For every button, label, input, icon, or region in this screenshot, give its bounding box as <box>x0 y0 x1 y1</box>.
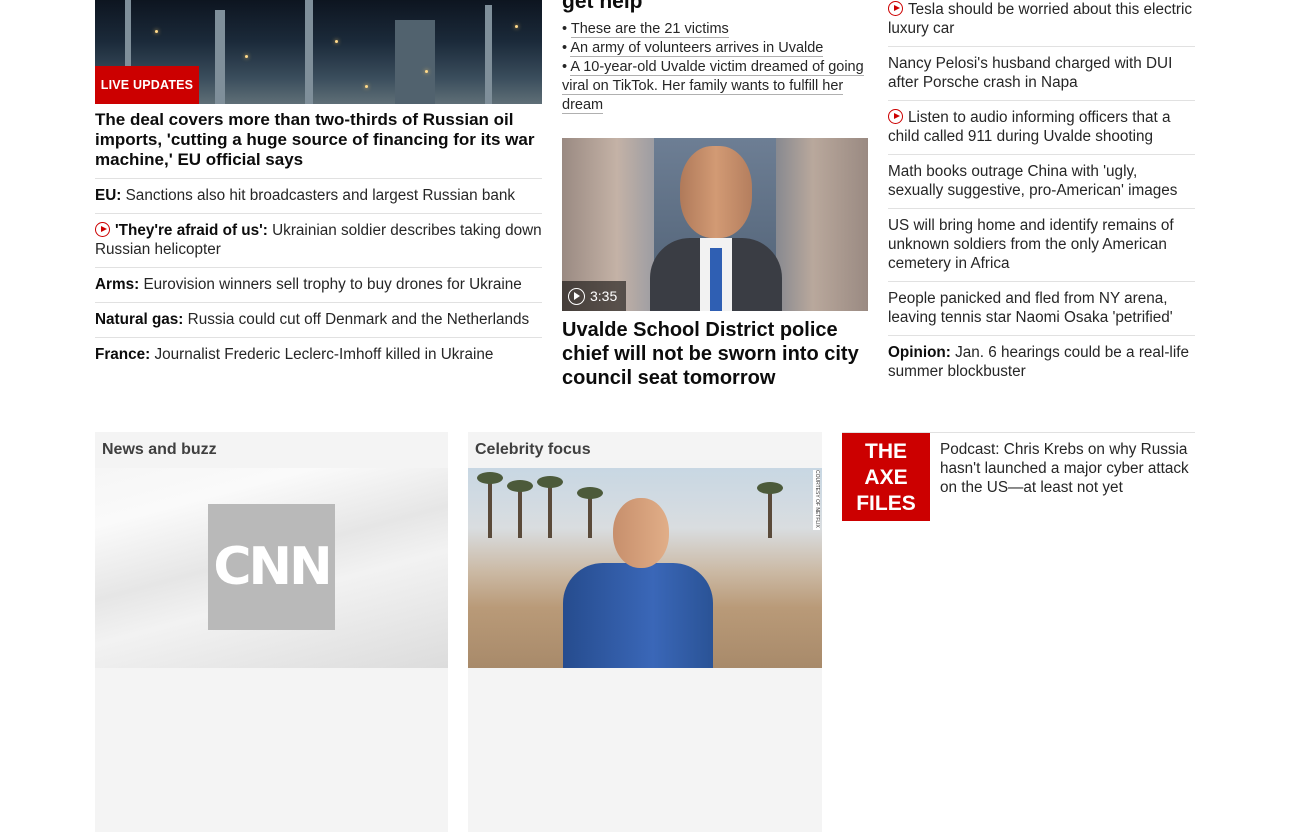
bullet-text: Russia could cut off Denmark and the Net… <box>183 311 530 328</box>
cnn-logo: CNN <box>208 504 335 630</box>
celebrity-thumbnail[interactable]: COURTESY OF NETFLIX <box>468 468 822 668</box>
list-item: • A 10-year-old Uvalde victim dreamed of… <box>562 59 864 114</box>
zone-title: News and buzz <box>102 441 217 458</box>
video-duration-badge: 3:35 <box>562 281 627 311</box>
list-item[interactable]: People panicked and fled from NY arena, … <box>888 282 1195 336</box>
bullet-label: 'They're afraid of us': <box>115 222 268 239</box>
axe-files-promo: THE AXE FILES Podcast: Chris Krebs on wh… <box>842 432 1195 521</box>
photo-credit: COURTESY OF NETFLIX <box>813 470 820 530</box>
bullet-text: Sanctions also hit broadcasters and larg… <box>121 187 516 204</box>
related-link[interactable]: An army of volunteers arrives in Uvalde <box>570 40 824 57</box>
bullet-text: Eurovision winners sell trophy to buy dr… <box>139 276 522 293</box>
related-link[interactable]: A 10-year-old Uvalde victim dreamed of g… <box>562 59 864 114</box>
bullet-label: Arms: <box>95 276 140 293</box>
podcast-headline[interactable]: Podcast: Chris Krebs on why Russia hasn'… <box>940 440 1195 497</box>
bullet-label: EU: <box>95 187 122 204</box>
list-item[interactable]: Opinion: Jan. 6 hearings could be a real… <box>888 336 1195 389</box>
list-item[interactable]: 'They're afraid of us': Ukrainian soldie… <box>95 213 542 267</box>
play-video-icon <box>888 1 903 16</box>
bullet-label: France: <box>95 346 151 363</box>
celebrity-focus-card: Celebrity focus COURTESY OF NETFLIX <box>468 432 822 832</box>
list-item[interactable]: EU: Sanctions also hit broadcasters and … <box>95 178 542 213</box>
play-video-icon <box>95 222 110 237</box>
live-updates-badge: LIVE UPDATES <box>95 66 199 104</box>
list-item[interactable]: Listen to audio informing officers that … <box>888 101 1195 155</box>
related-link[interactable]: These are the 21 victims <box>570 21 729 38</box>
story-headline-top[interactable]: get help <box>562 0 643 13</box>
play-video-icon <box>568 288 585 305</box>
list-item[interactable]: France: Journalist Frederic Leclerc-Imho… <box>95 337 542 372</box>
list-item[interactable]: Natural gas: Russia could cut off Denmar… <box>95 302 542 337</box>
bullet-label: Natural gas: <box>95 311 184 328</box>
list-item[interactable]: Math books outrage China with 'ugly, sex… <box>888 155 1195 209</box>
list-item[interactable]: Tesla should be worried about this elect… <box>888 0 1195 47</box>
video-thumbnail[interactable]: 3:35 <box>562 138 868 311</box>
list-item[interactable]: Nancy Pelosi's husband charged with DUI … <box>888 47 1195 101</box>
list-item[interactable]: US will bring home and identify remains … <box>888 209 1195 282</box>
related-links: • These are the 21 victims • An army of … <box>562 20 868 115</box>
list-item: • An army of volunteers arrives in Uvald… <box>562 40 824 57</box>
lead-story-image[interactable]: LIVE UPDATES <box>95 0 542 104</box>
play-video-icon <box>888 109 903 124</box>
news-thumbnail[interactable]: CNN <box>95 468 448 668</box>
lead-headline[interactable]: The deal covers more than two-thirds of … <box>95 110 542 170</box>
bullet-text: Journalist Frederic Leclerc-Imhoff kille… <box>150 346 494 363</box>
lead-related-list: EU: Sanctions also hit broadcasters and … <box>95 178 542 372</box>
headline-list: Tesla should be worried about this elect… <box>888 0 1195 389</box>
list-item: • These are the 21 victims <box>562 21 729 38</box>
list-item[interactable]: Arms: Eurovision winners sell trophy to … <box>95 267 542 302</box>
news-and-buzz-card: News and buzz CNN <box>95 432 448 832</box>
zone-title: Celebrity focus <box>475 441 591 458</box>
axe-files-logo[interactable]: THE AXE FILES <box>842 433 930 521</box>
video-headline[interactable]: Uvalde School District police chief will… <box>562 318 868 390</box>
bullet-label: Opinion: <box>888 344 951 361</box>
